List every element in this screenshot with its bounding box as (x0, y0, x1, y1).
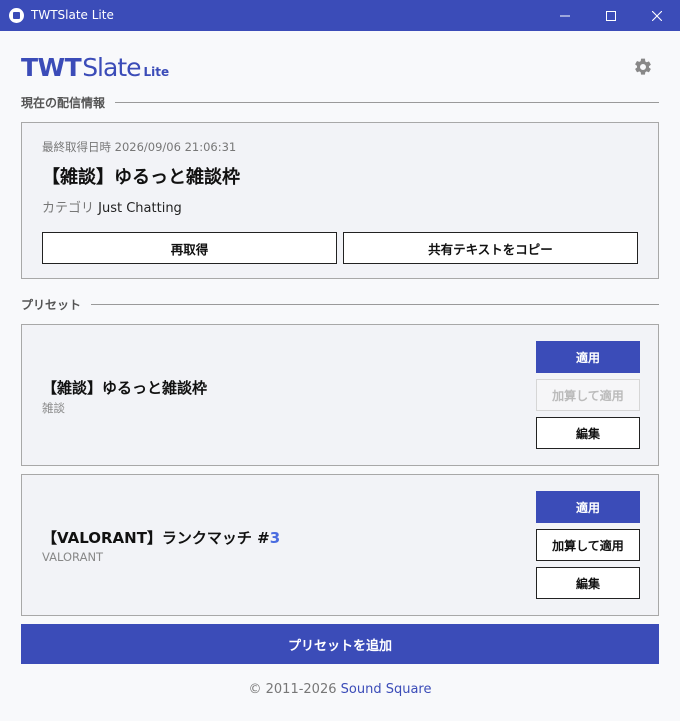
app-logo: TWT Slate Lite (21, 53, 169, 83)
preset-category: 雑談 (42, 401, 65, 415)
refetch-button[interactable]: 再取得 (42, 232, 337, 264)
section-divider (115, 101, 659, 103)
gear-icon (635, 58, 651, 75)
preset-name-text: 【VALORANT】ランクマッチ # (42, 529, 270, 547)
last-fetched-label: 最終取得日時 (42, 140, 111, 154)
preset-name-text: 【雑談】ゆるっと雑談枠 (42, 379, 208, 397)
last-fetched-value: 2026/09/06 21:06:31 (114, 140, 237, 154)
preset-category: VALORANT (42, 550, 104, 564)
maximize-button[interactable] (588, 0, 634, 31)
preset-name-number: 3 (269, 529, 281, 547)
minimize-icon (560, 15, 570, 16)
section-divider (91, 303, 659, 305)
logo-thin: Slate (82, 53, 141, 82)
footer: © 2011-2026 Sound Square (0, 682, 680, 697)
copyright-text: © 2011-2026 (248, 682, 337, 697)
category-label: カテゴリ (42, 201, 95, 216)
preset-name: 【VALORANT】ランクマッチ #3 (42, 527, 280, 548)
preset-add-apply-button: 加算して適用 (536, 379, 640, 411)
preset-edit-button[interactable]: 編集 (536, 567, 640, 599)
last-fetched: 最終取得日時 2026/09/06 21:06:31 (42, 139, 236, 155)
preset-edit-button[interactable]: 編集 (536, 417, 640, 449)
preset-apply-button[interactable]: 適用 (536, 491, 640, 523)
preset-card: 【雑談】ゆるっと雑談枠 雑談 適用 加算して適用 編集 (21, 324, 659, 466)
current-stream-card: 最終取得日時 2026/09/06 21:06:31 【雑談】ゆるっと雑談枠 カ… (21, 122, 659, 279)
window-title: TWTSlate Lite (31, 8, 114, 22)
preset-apply-button[interactable]: 適用 (536, 341, 640, 373)
sound-square-link[interactable]: Sound Square (341, 682, 432, 697)
presets-section-header: プリセット (21, 296, 659, 312)
close-button[interactable] (634, 0, 680, 31)
preset-card: 【VALORANT】ランクマッチ #3 VALORANT 適用 加算して適用 編… (21, 474, 659, 616)
preset-name: 【雑談】ゆるっと雑談枠 (42, 377, 207, 398)
title-bar: TWTSlate Lite (0, 0, 680, 31)
logo-bold: TWT (21, 53, 82, 82)
close-icon (652, 10, 662, 21)
presets-section-label: プリセット (21, 297, 82, 312)
preset-add-apply-button[interactable]: 加算して適用 (536, 529, 640, 561)
current-section-label: 現在の配信情報 (21, 95, 106, 110)
add-preset-button[interactable]: プリセットを追加 (21, 624, 659, 664)
maximize-icon (606, 10, 616, 21)
current-section-header: 現在の配信情報 (21, 94, 659, 110)
category-value: Just Chatting (98, 201, 182, 216)
copy-share-text-button[interactable]: 共有テキストをコピー (343, 232, 638, 264)
logo-suffix: Lite (143, 65, 170, 79)
stream-title: 【雑談】ゆるっと雑談枠 (42, 167, 240, 188)
settings-button[interactable] (633, 57, 653, 77)
app-icon (9, 8, 24, 23)
stream-category: カテゴリ Just Chatting (42, 197, 182, 216)
minimize-button[interactable] (542, 0, 588, 31)
